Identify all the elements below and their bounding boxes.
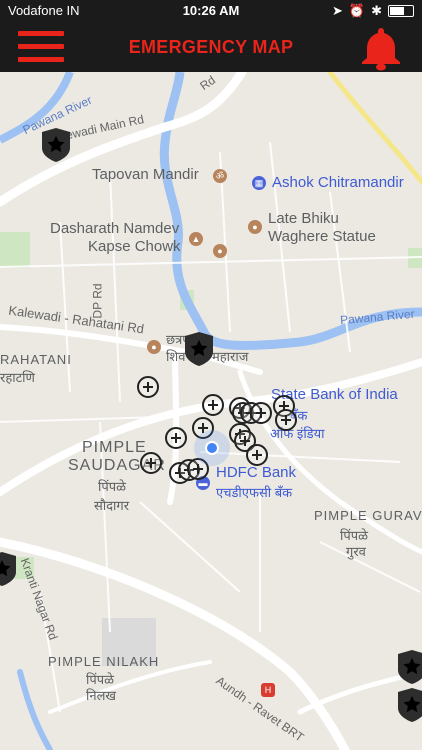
area-label: निलख	[86, 688, 117, 703]
incident-marker[interactable]	[165, 427, 187, 449]
place-label: Late Bhiku	[268, 210, 339, 227]
place-label: Tapovan Mandir	[92, 166, 199, 183]
area-label: RAHATANI	[0, 352, 72, 367]
bell-icon	[362, 28, 400, 71]
status-icons: ➤ ⏰ ✱	[332, 3, 414, 19]
cinema-icon: ▦	[252, 176, 266, 190]
location-arrow-icon: ➤	[332, 3, 343, 18]
incident-marker[interactable]	[250, 402, 272, 424]
area-label: सौदागर	[94, 498, 130, 513]
place-label: Ashok Chitramandir	[272, 174, 404, 191]
landmark-icon: ▲	[189, 232, 203, 246]
incident-marker[interactable]	[275, 409, 297, 431]
bank-label: एचडीएफसी बँक	[216, 485, 293, 500]
area-label: पिंपळे	[98, 479, 127, 494]
incident-marker[interactable]	[246, 444, 268, 466]
police-station-marker[interactable]	[0, 552, 18, 586]
place-label: Dasharath Namdev	[50, 220, 180, 237]
police-station-marker[interactable]	[396, 688, 422, 722]
place-label: Waghere Statue	[268, 228, 376, 245]
hospital-icon: H	[261, 683, 275, 697]
landmark-icon: ●	[147, 340, 161, 354]
area-label: गुरव	[346, 544, 366, 559]
police-station-marker[interactable]	[396, 650, 422, 684]
current-location-dot	[205, 441, 219, 455]
map-view[interactable]: Pawana River Kalewadi Main Rd Rd Tapovan…	[0, 72, 422, 750]
battery-icon	[388, 5, 414, 17]
bank-label: HDFC Bank	[216, 464, 297, 481]
area-label: PIMPLE GURAV	[314, 508, 422, 523]
landmark-icon: ●	[248, 220, 262, 234]
alarm-icon: ⏰	[348, 3, 366, 18]
incident-marker[interactable]	[140, 452, 162, 474]
place-label: Kapse Chowk	[88, 238, 181, 255]
bluetooth-icon: ✱	[371, 3, 382, 18]
incident-marker[interactable]	[202, 394, 224, 416]
area-label: रहाटणि	[0, 370, 35, 385]
place-label: महाराज	[212, 349, 249, 364]
area-label: PIMPLE	[82, 439, 147, 456]
alert-button[interactable]	[358, 25, 404, 71]
hamburger-menu-icon	[18, 31, 64, 36]
status-bar: Vodafone IN 10:26 AM ➤ ⏰ ✱	[0, 0, 422, 22]
landmark-icon: ●	[213, 244, 227, 258]
incident-marker[interactable]	[137, 376, 159, 398]
app-header: EMERGENCY MAP	[0, 22, 422, 72]
police-station-marker[interactable]	[183, 332, 215, 366]
police-station-marker[interactable]	[40, 128, 72, 162]
area-label: PIMPLE NILAKH	[48, 654, 160, 669]
temple-icon: ॐ	[213, 169, 227, 183]
